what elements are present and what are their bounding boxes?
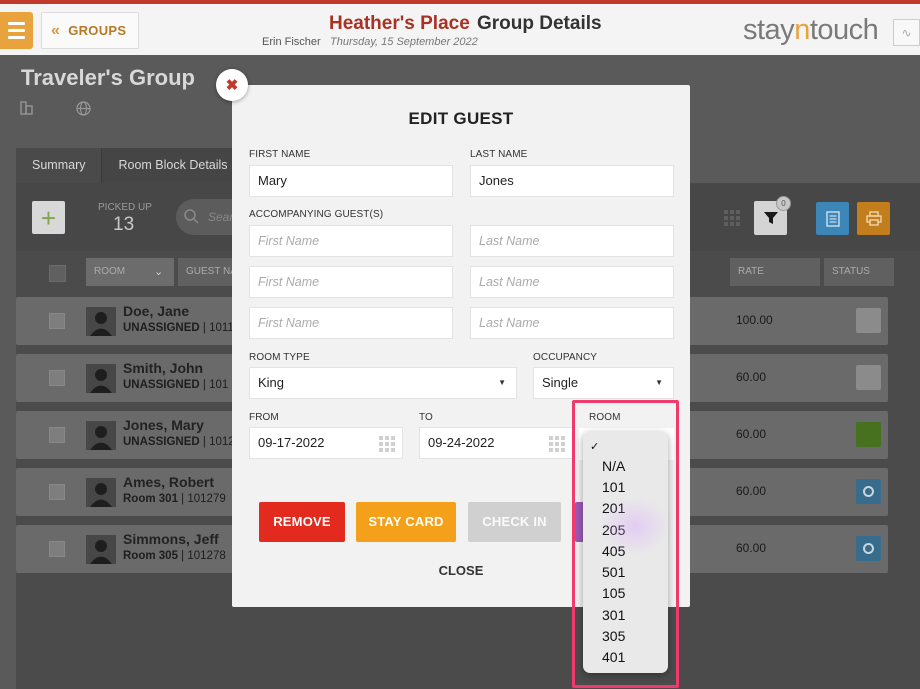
guest-rate: 100.00 bbox=[736, 313, 773, 327]
tab-room-block-details[interactable]: Room Block Details bbox=[102, 148, 245, 183]
accompanying-first-name-field[interactable]: First Name bbox=[249, 225, 453, 257]
guest-rate: 60.00 bbox=[736, 541, 767, 555]
user-name: Erin Fischer bbox=[262, 36, 321, 48]
picked-up-label: PICKED UP bbox=[98, 202, 152, 213]
funnel-icon bbox=[763, 212, 778, 224]
calendar-grid-icon[interactable] bbox=[549, 436, 566, 453]
accompanying-first-name-field[interactable]: First Name bbox=[249, 307, 453, 339]
add-guest-button[interactable]: + bbox=[32, 201, 65, 234]
business-date: Thursday, 15 September 2022 bbox=[330, 36, 478, 48]
occupancy-select[interactable]: Single ▼ bbox=[533, 367, 674, 399]
remove-button[interactable]: REMOVE bbox=[259, 502, 345, 542]
avatar bbox=[86, 307, 116, 336]
search-placeholder: Sear bbox=[208, 210, 234, 224]
status-badge bbox=[856, 422, 881, 447]
tab-summary[interactable]: Summary bbox=[16, 148, 103, 183]
accompanying-last-name-field[interactable]: Last Name bbox=[470, 307, 674, 339]
filter-count-badge: 0 bbox=[776, 196, 791, 211]
accompanying-last-name-field[interactable]: Last Name bbox=[470, 266, 674, 298]
menu-button[interactable] bbox=[0, 12, 33, 49]
stay-card-button[interactable]: STAY CARD bbox=[356, 502, 456, 542]
guest-name: Doe, Jane bbox=[123, 303, 190, 319]
guest-room-info: Room 305 | 101278 bbox=[123, 550, 226, 562]
double-chevron-left-icon: « bbox=[51, 21, 61, 39]
first-name-field[interactable]: Mary bbox=[249, 165, 453, 197]
occupancy-label: OCCUPANCY bbox=[533, 352, 598, 363]
guest-room-info: Room 301 | 101279 bbox=[123, 493, 226, 505]
caret-down-icon: ▼ bbox=[498, 378, 506, 387]
caret-down-icon: ▼ bbox=[655, 378, 663, 387]
accompanying-first-name-field[interactable]: First Name bbox=[249, 266, 453, 298]
guest-room-info: UNASSIGNED | 1011 bbox=[123, 322, 234, 334]
grid-icon[interactable] bbox=[724, 210, 741, 227]
column-rate[interactable]: RATE bbox=[730, 258, 820, 286]
chevron-down-icon: ⌄ bbox=[154, 266, 164, 278]
to-label: TO bbox=[419, 412, 433, 423]
last-name-field[interactable]: Jones bbox=[470, 165, 674, 197]
row-checkbox[interactable] bbox=[49, 541, 65, 557]
printer-icon bbox=[865, 211, 882, 226]
guest-name: Simmons, Jeff bbox=[123, 531, 219, 547]
circle-icon bbox=[863, 543, 874, 554]
guest-rate: 60.00 bbox=[736, 370, 767, 384]
guest-rate: 60.00 bbox=[736, 484, 767, 498]
top-header: « GROUPS Heather's Place Group Details E… bbox=[0, 0, 920, 55]
group-tabs: Summary Room Block Details bbox=[16, 148, 245, 183]
picked-up-count: 13 bbox=[113, 214, 135, 235]
row-checkbox[interactable] bbox=[49, 484, 65, 500]
column-room[interactable]: ROOM ⌄ bbox=[86, 258, 174, 286]
row-checkbox[interactable] bbox=[49, 427, 65, 443]
avatar bbox=[86, 421, 116, 450]
guest-name: Smith, John bbox=[123, 360, 204, 376]
back-to-groups-button[interactable]: « GROUPS bbox=[41, 12, 139, 49]
avatar bbox=[86, 478, 116, 507]
circle-icon bbox=[863, 486, 874, 497]
brand-logo: stayntouch bbox=[743, 14, 879, 46]
guest-room-info: UNASSIGNED | 1012 bbox=[123, 436, 235, 448]
from-date-field[interactable]: 09-17-2022 bbox=[249, 427, 403, 459]
room-type-select[interactable]: King ▼ bbox=[249, 367, 517, 399]
row-checkbox[interactable] bbox=[49, 370, 65, 386]
guest-rate: 60.00 bbox=[736, 427, 767, 441]
first-name-label: FIRST NAME bbox=[249, 149, 311, 160]
to-date-field[interactable]: 09-24-2022 bbox=[419, 427, 573, 459]
status-badge bbox=[856, 536, 881, 561]
hamburger-icon bbox=[8, 22, 25, 25]
room-type-label: ROOM TYPE bbox=[249, 352, 310, 363]
modal-title: EDIT GUEST bbox=[408, 109, 514, 128]
status-badge bbox=[856, 365, 881, 390]
groups-label: GROUPS bbox=[68, 23, 127, 38]
group-title: Traveler's Group bbox=[21, 65, 195, 90]
column-status[interactable]: STATUS bbox=[824, 258, 894, 286]
last-name-label: LAST NAME bbox=[470, 149, 528, 160]
row-checkbox[interactable] bbox=[49, 313, 65, 329]
document-button[interactable] bbox=[816, 202, 849, 235]
status-badge bbox=[856, 479, 881, 504]
close-icon[interactable]: ✖ bbox=[216, 69, 248, 101]
print-button[interactable] bbox=[857, 202, 890, 235]
from-label: FROM bbox=[249, 412, 279, 423]
page-title: Group Details bbox=[477, 13, 602, 34]
activity-icon[interactable]: ∿ bbox=[893, 19, 920, 46]
guest-name: Ames, Robert bbox=[123, 474, 215, 490]
hotel-icon bbox=[20, 101, 33, 115]
status-badge bbox=[856, 308, 881, 333]
accompanying-last-name-field[interactable]: Last Name bbox=[470, 225, 674, 257]
highlight-frame bbox=[572, 400, 679, 688]
document-icon bbox=[825, 210, 840, 227]
select-all-checkbox[interactable] bbox=[49, 265, 66, 282]
search-icon bbox=[184, 209, 199, 224]
avatar bbox=[86, 364, 116, 393]
calendar-grid-icon[interactable] bbox=[379, 436, 396, 453]
globe-icon bbox=[76, 101, 91, 116]
check-in-button[interactable]: CHECK IN bbox=[468, 502, 561, 542]
accompanying-guests-label: ACCOMPANYING GUEST(S) bbox=[249, 209, 384, 220]
avatar bbox=[86, 535, 116, 564]
guest-room-info: UNASSIGNED | 101 bbox=[123, 379, 229, 391]
hotel-name: Heather's Place bbox=[329, 13, 470, 34]
guest-name: Jones, Mary bbox=[123, 417, 204, 433]
column-guest-name[interactable]: GUEST NA bbox=[178, 258, 238, 286]
